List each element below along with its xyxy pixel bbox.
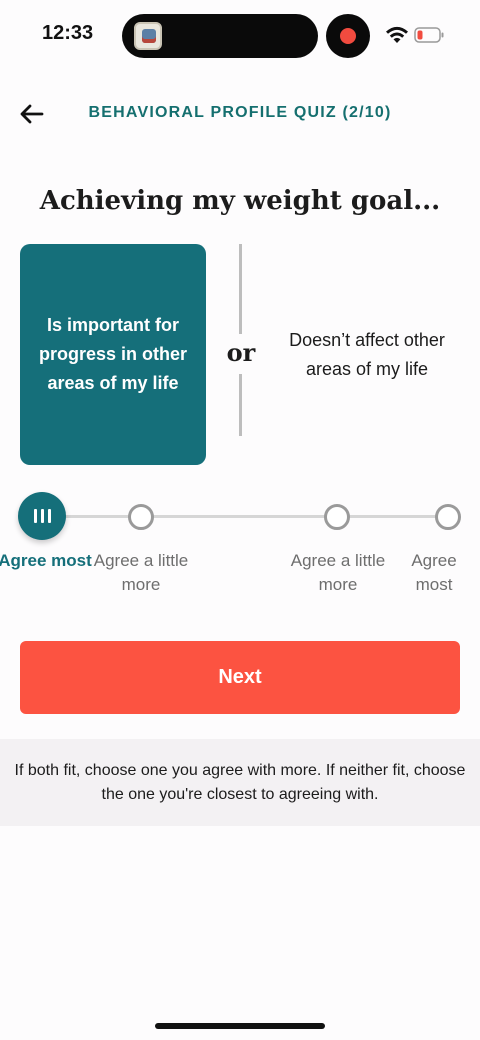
- or-separator: or: [226, 338, 256, 367]
- page-title: BEHAVIORAL PROFILE QUIZ (2/10): [88, 104, 392, 121]
- divider-bottom: [239, 374, 242, 436]
- status-time: 12:33: [42, 22, 94, 44]
- helper-text: If both fit, choose one you agree with m…: [14, 761, 466, 803]
- scale-point-agree-little-left[interactable]: [128, 504, 154, 530]
- home-indicator[interactable]: [155, 1023, 325, 1029]
- next-button[interactable]: Next: [20, 641, 460, 714]
- option-left-label: Is important for progress in other areas…: [38, 315, 188, 393]
- scale-point-agree-little-right[interactable]: [324, 504, 350, 530]
- drag-handle-icon: [33, 509, 51, 523]
- option-right-label: Doesn’t affect other areas of my life: [289, 329, 445, 379]
- option-left-card[interactable]: Is important for progress in other areas…: [20, 244, 206, 465]
- back-arrow-icon[interactable]: [18, 100, 46, 128]
- scale-point-agree-most-right[interactable]: [435, 504, 461, 530]
- divider-top: [239, 244, 242, 334]
- helper-banner: If both fit, choose one you agree with m…: [0, 739, 480, 826]
- scale-track: [42, 515, 448, 518]
- scale-label-agree-little-right[interactable]: Agree a little more: [283, 549, 393, 597]
- record-icon: [326, 14, 370, 58]
- scale-label-agree-most-left[interactable]: Agree most: [0, 549, 100, 573]
- option-right-card[interactable]: Doesn’t affect other areas of my life: [274, 244, 460, 465]
- status-bar: 12:33: [0, 0, 480, 72]
- scale-label-agree-most-right[interactable]: Agree most: [394, 549, 474, 597]
- wifi-icon: [386, 26, 408, 43]
- scale-point-agree-most-left[interactable]: [18, 492, 66, 540]
- battery-icon: [414, 27, 444, 43]
- scale-label-agree-little-left[interactable]: Agree a little more: [86, 549, 196, 597]
- app-icon: [134, 22, 162, 50]
- question-title: Achieving my weight goal...: [39, 186, 441, 216]
